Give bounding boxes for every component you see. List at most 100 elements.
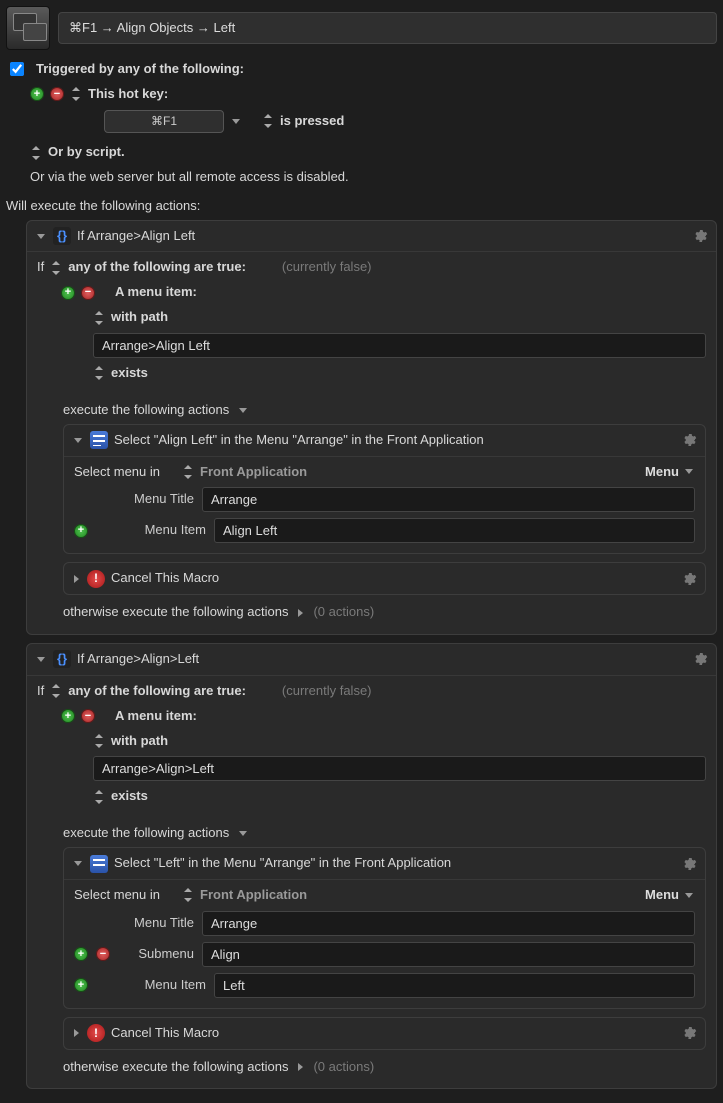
any-true-label: any of the following are true: (68, 682, 246, 701)
menu-item-label: A menu item: (115, 707, 197, 726)
cancel-macro-label: Cancel This Macro (111, 569, 219, 588)
with-path-stepper[interactable] (93, 311, 105, 325)
otherwise-label: otherwise execute the following actions (63, 603, 288, 622)
cancel-macro-label: Cancel This Macro (111, 1024, 219, 1043)
zero-actions-label: (0 actions) (313, 1058, 374, 1077)
add-menu-level-button[interactable]: + (74, 947, 88, 961)
gear-icon[interactable] (692, 651, 708, 667)
or-web-label: Or via the web server but all remote acc… (30, 168, 349, 187)
exists-label: exists (111, 787, 148, 806)
select-menu-in-label: Select menu in (74, 886, 160, 905)
if-word: If (37, 682, 44, 701)
triggered-label: Triggered by any of the following: (36, 60, 244, 79)
trigger-type-stepper[interactable] (70, 87, 82, 101)
menu-title-input[interactable] (202, 487, 695, 512)
will-execute-header: Will execute the following actions: (6, 197, 717, 216)
menu-item-input[interactable] (214, 973, 695, 998)
or-script-label: Or by script. (48, 143, 125, 162)
add-trigger-button[interactable]: + (30, 87, 44, 101)
macro-icon (6, 6, 50, 50)
hotkey-dropdown-icon[interactable] (232, 119, 240, 124)
menu-title-label: Menu Title (104, 914, 194, 933)
execute-following-label: execute the following actions (63, 824, 229, 843)
add-condition-button[interactable]: + (61, 286, 75, 300)
select-menu-in-label: Select menu in (74, 463, 160, 482)
any-true-label: any of the following are true: (68, 258, 246, 277)
execute-following-label: execute the following actions (63, 401, 229, 420)
if-icon: {} (53, 227, 71, 245)
add-menu-level-button[interactable]: + (74, 524, 88, 538)
gear-icon[interactable] (681, 571, 697, 587)
cancel-macro-action-2: ! Cancel This Macro (63, 1017, 706, 1050)
triggered-checkbox[interactable] (10, 62, 24, 76)
app-target-stepper[interactable] (182, 888, 194, 902)
currently-false-label: (currently false) (282, 258, 372, 277)
gear-icon[interactable] (681, 432, 697, 448)
zero-actions-label: (0 actions) (313, 603, 374, 622)
menu-path-input[interactable] (93, 756, 706, 781)
remove-menu-level-button[interactable]: − (96, 947, 110, 961)
cancel-macro-action-1: ! Cancel This Macro (63, 562, 706, 595)
select-menu-action-1: Select "Align Left" in the Menu "Arrange… (63, 424, 706, 555)
add-menu-level-button[interactable]: + (74, 978, 88, 992)
cancel-icon: ! (87, 570, 105, 588)
disclosure-icon[interactable] (74, 1029, 79, 1037)
chevron-down-icon (685, 469, 693, 474)
if-block-title: If Arrange>Align>Left (77, 650, 199, 669)
menu-item-field-label: Menu Item (116, 976, 206, 995)
submenu-label: Submenu (118, 945, 194, 964)
menu-path-input[interactable] (93, 333, 706, 358)
if-action-block-1: {} If Arrange>Align Left If any of the f… (26, 220, 717, 635)
remove-condition-button[interactable]: − (81, 286, 95, 300)
condition-mode-stepper[interactable] (50, 261, 62, 275)
select-menu-title: Select "Align Left" in the Menu "Arrange… (114, 431, 484, 450)
menu-item-label: A menu item: (115, 283, 197, 302)
gear-icon[interactable] (692, 228, 708, 244)
chevron-down-icon[interactable] (239, 831, 247, 836)
chevron-right-icon[interactable] (298, 1063, 303, 1071)
if-block-title: If Arrange>Align Left (77, 227, 195, 246)
menu-item-field-label: Menu Item (116, 521, 206, 540)
menu-picker-button[interactable]: Menu (645, 886, 695, 905)
menu-title-input[interactable] (202, 911, 695, 936)
add-condition-button[interactable]: + (61, 709, 75, 723)
otherwise-label: otherwise execute the following actions (63, 1058, 288, 1077)
remove-trigger-button[interactable]: − (50, 87, 64, 101)
exists-label: exists (111, 364, 148, 383)
condition-mode-stepper[interactable] (50, 684, 62, 698)
cancel-icon: ! (87, 1024, 105, 1042)
with-path-stepper[interactable] (93, 734, 105, 748)
macro-title-field[interactable]: ⌘F1 → Align Objects → Left (58, 12, 717, 45)
front-app-label: Front Application (200, 886, 307, 905)
chevron-right-icon[interactable] (298, 609, 303, 617)
chevron-down-icon[interactable] (239, 408, 247, 413)
exists-stepper[interactable] (93, 790, 105, 804)
currently-false-label: (currently false) (282, 682, 372, 701)
if-action-block-2: {} If Arrange>Align>Left If any of the f… (26, 643, 717, 1089)
front-app-label: Front Application (200, 463, 307, 482)
hotkey-label: This hot key: (88, 85, 168, 104)
menu-picker-button[interactable]: Menu (645, 463, 695, 482)
gear-icon[interactable] (681, 856, 697, 872)
with-path-label: with path (111, 308, 168, 327)
gear-icon[interactable] (681, 1025, 697, 1041)
exists-stepper[interactable] (93, 366, 105, 380)
if-icon: {} (53, 650, 71, 668)
chevron-down-icon (685, 893, 693, 898)
disclosure-icon[interactable] (74, 861, 82, 866)
hotkey-field[interactable]: ⌘F1 (104, 110, 224, 133)
script-trigger-stepper[interactable] (30, 146, 42, 160)
submenu-input[interactable] (202, 942, 695, 967)
disclosure-icon[interactable] (37, 657, 45, 662)
disclosure-icon[interactable] (74, 575, 79, 583)
select-menu-title: Select "Left" in the Menu "Arrange" in t… (114, 854, 451, 873)
remove-condition-button[interactable]: − (81, 709, 95, 723)
press-mode-stepper[interactable] (262, 114, 274, 128)
select-menu-action-2: Select "Left" in the Menu "Arrange" in t… (63, 847, 706, 1009)
is-pressed-label: is pressed (280, 112, 344, 131)
app-target-stepper[interactable] (182, 465, 194, 479)
disclosure-icon[interactable] (37, 234, 45, 239)
menu-item-input[interactable] (214, 518, 695, 543)
menu-action-icon (90, 855, 108, 873)
disclosure-icon[interactable] (74, 438, 82, 443)
